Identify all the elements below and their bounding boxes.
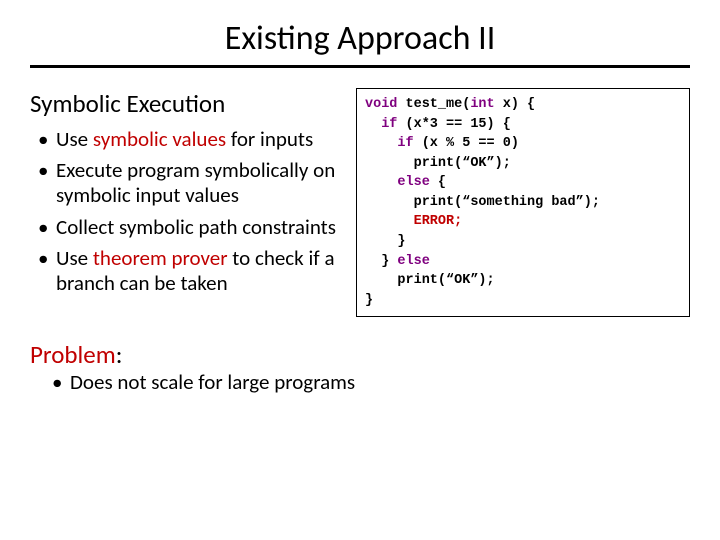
code-box: void test_me(int x) { if (x*3 == 15) { i… (356, 88, 690, 317)
keyword: theorem prover (93, 245, 228, 271)
code-text: } (365, 293, 373, 308)
code-text: } (365, 234, 406, 249)
bullet-item: • Collect symbolic path constraints (38, 215, 350, 240)
code-kw: else (365, 175, 430, 190)
code-kw: else (397, 254, 429, 269)
bullet-text: Use theorem prover to check if a branch … (56, 246, 350, 296)
problem-block: Problem: • Does not scale for large prog… (30, 339, 690, 395)
code-text: } (365, 254, 397, 269)
bullet-dot: • (52, 370, 70, 395)
code-text: print(“OK”); (365, 273, 495, 288)
code-kw: if (365, 136, 414, 151)
code-kw: if (365, 117, 397, 132)
text: Use (56, 126, 93, 152)
section-subhead: Symbolic Execution (30, 88, 350, 119)
bullet-text: Execute program symbolically on symbolic… (56, 158, 350, 208)
bullet-text: Collect symbolic path constraints (56, 215, 350, 240)
bullet-item: • Use symbolic values for inputs (38, 127, 350, 152)
code-kw: int (470, 97, 494, 112)
slide-title: Existing Approach II (30, 18, 690, 59)
bullet-list: • Use symbolic values for inputs • Execu… (30, 127, 350, 296)
code-text: (x % 5 == 0) (414, 136, 519, 151)
bullet-item: • Execute program symbolically on symbol… (38, 158, 350, 208)
bullet-dot: • (38, 215, 56, 240)
problem-word: Problem (30, 339, 116, 370)
code-text: print(“OK”); (365, 156, 511, 171)
bullet-dot: • (38, 158, 56, 208)
code-text: test_me( (397, 97, 470, 112)
slide: Existing Approach II Symbolic Execution … (0, 0, 720, 421)
code-text: { (430, 175, 446, 190)
bullet-item: • Does not scale for large programs (52, 370, 690, 395)
title-divider (30, 65, 690, 68)
keyword: symbolic values (93, 126, 226, 152)
problem-heading: Problem: (30, 339, 690, 370)
bullet-text: Use symbolic values for inputs (56, 127, 350, 152)
text: Use (56, 245, 93, 271)
code-kw: void (365, 97, 397, 112)
bullet-item: • Use theorem prover to check if a branc… (38, 246, 350, 296)
code-text: print(“something bad”); (365, 195, 600, 210)
code-text: x) { (495, 97, 536, 112)
left-column: Symbolic Execution • Use symbolic values… (30, 88, 356, 302)
code-error: ERROR; (365, 214, 462, 229)
problem-list: • Does not scale for large programs (30, 370, 690, 395)
content-row: Symbolic Execution • Use symbolic values… (30, 88, 690, 317)
right-column: void test_me(int x) { if (x*3 == 15) { i… (356, 88, 690, 317)
text: for inputs (226, 126, 313, 152)
colon: : (116, 339, 123, 370)
bullet-text: Does not scale for large programs (70, 370, 690, 395)
code-text: (x*3 == 15) { (397, 117, 510, 132)
bullet-dot: • (38, 246, 56, 296)
bullet-dot: • (38, 127, 56, 152)
